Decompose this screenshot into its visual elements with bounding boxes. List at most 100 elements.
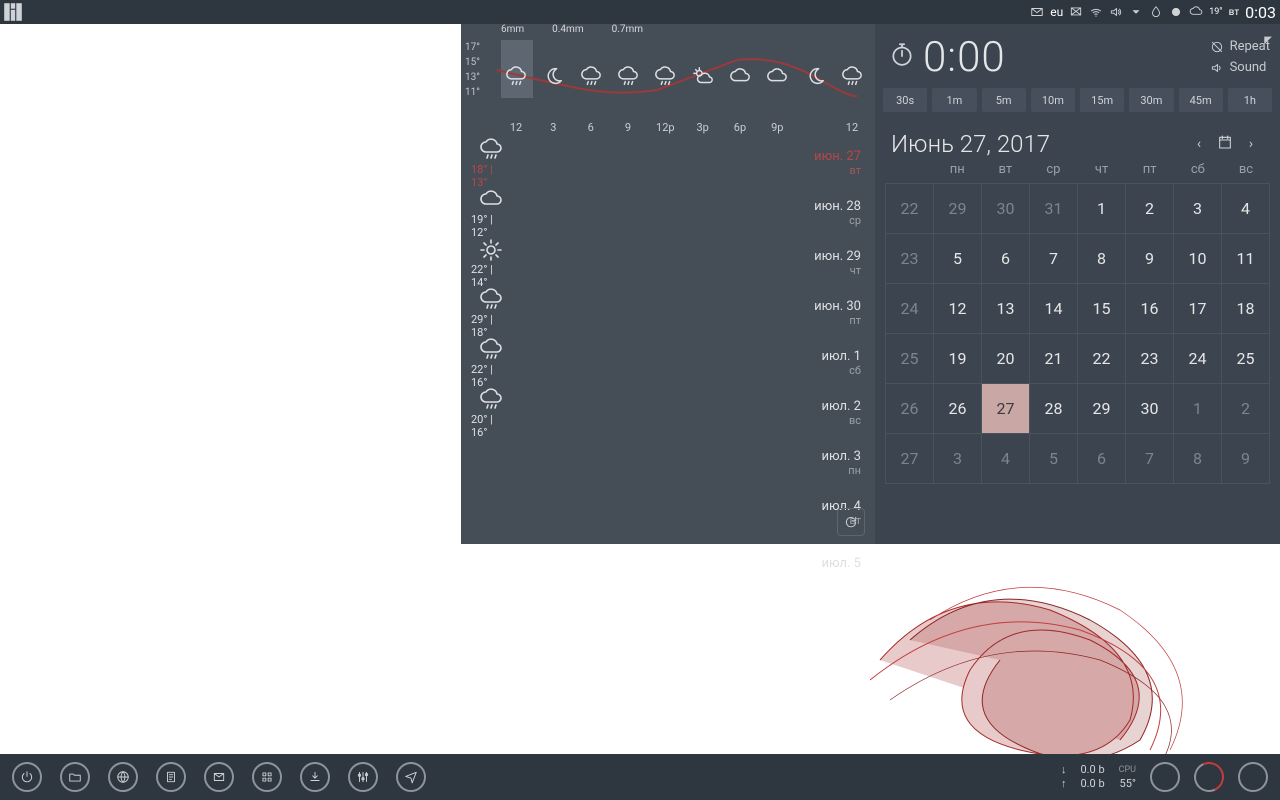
hour-forecast[interactable] xyxy=(723,66,757,88)
calendar-day[interactable]: 19 xyxy=(934,334,982,384)
calendar-day[interactable]: 1 xyxy=(1078,184,1126,234)
calendar-day[interactable]: 1 xyxy=(1174,384,1222,434)
calendar-day[interactable]: 20 xyxy=(982,334,1030,384)
droplet-icon[interactable] xyxy=(1149,5,1163,19)
gauge-3[interactable] xyxy=(1238,762,1268,792)
calendar-day[interactable]: 4 xyxy=(982,434,1030,484)
mail-icon[interactable] xyxy=(1030,5,1044,19)
hour-forecast[interactable] xyxy=(536,66,570,88)
calendar-day[interactable]: 29 xyxy=(1078,384,1126,434)
daily-row[interactable]: июл. 5 xyxy=(461,538,875,588)
hour-forecast[interactable] xyxy=(835,66,869,88)
calendar-day[interactable]: 22 xyxy=(1078,334,1126,384)
settings-button[interactable] xyxy=(348,762,378,792)
calendar-day[interactable]: 17 xyxy=(1174,284,1222,334)
hour-forecast[interactable] xyxy=(798,66,832,88)
calendar-day[interactable]: 2 xyxy=(1126,184,1174,234)
calendar-day[interactable]: 26 xyxy=(934,384,982,434)
calendar-today-icon[interactable] xyxy=(1212,134,1238,154)
daily-row[interactable]: 20° | 16°июл. 2вс xyxy=(461,388,875,438)
calendar-prev-button[interactable]: ‹ xyxy=(1186,136,1212,152)
hour-forecast[interactable] xyxy=(574,66,608,88)
tray-clock[interactable]: 0:03 xyxy=(1245,3,1276,22)
weather-tray-icon[interactable] xyxy=(1189,5,1203,19)
timer-btn-1m[interactable]: 1m xyxy=(932,88,976,112)
calendar-day[interactable]: 11 xyxy=(1222,234,1270,284)
calendar-day[interactable]: 5 xyxy=(1030,434,1078,484)
calendar-day[interactable]: 27 xyxy=(982,384,1030,434)
calendar-day[interactable]: 7 xyxy=(1030,234,1078,284)
calendar-day[interactable]: 24 xyxy=(1174,334,1222,384)
power-button[interactable] xyxy=(12,762,42,792)
browser-button[interactable] xyxy=(108,762,138,792)
calendar-day[interactable]: 30 xyxy=(1126,384,1174,434)
calendar-day[interactable]: 5 xyxy=(934,234,982,284)
calendar-day[interactable]: 2 xyxy=(1222,384,1270,434)
calendar-day[interactable]: 31 xyxy=(1030,184,1078,234)
timer-btn-10m[interactable]: 10m xyxy=(1031,88,1075,112)
calendar-day[interactable]: 6 xyxy=(982,234,1030,284)
wifi-icon[interactable] xyxy=(1089,5,1103,19)
calendar-day[interactable]: 9 xyxy=(1222,434,1270,484)
calendar-day[interactable]: 8 xyxy=(1174,434,1222,484)
timer-btn-30s[interactable]: 30s xyxy=(883,88,927,112)
daily-row[interactable]: июл. 3пн xyxy=(461,438,875,488)
daily-row[interactable]: 22° | 14°июн. 29чт xyxy=(461,238,875,288)
stopwatch-icon[interactable] xyxy=(889,41,915,73)
timer-btn-30m[interactable]: 30m xyxy=(1129,88,1173,112)
pin-icon[interactable]: ◤ xyxy=(1264,35,1272,46)
location-button[interactable] xyxy=(396,762,426,792)
hour-forecast[interactable] xyxy=(760,66,794,88)
apps-button[interactable] xyxy=(252,762,282,792)
calendar-day[interactable]: 9 xyxy=(1126,234,1174,284)
calendar-day[interactable]: 4 xyxy=(1222,184,1270,234)
notes-button[interactable] xyxy=(156,762,186,792)
dropdown-icon[interactable] xyxy=(1129,5,1143,19)
indicator-icon[interactable] xyxy=(1169,5,1183,19)
timer-btn-45m[interactable]: 45m xyxy=(1179,88,1223,112)
daily-row[interactable]: 18° | 13°июн. 27вт xyxy=(461,138,875,188)
calendar-day[interactable]: 10 xyxy=(1174,234,1222,284)
hour-forecast[interactable] xyxy=(648,66,682,88)
calendar-day[interactable]: 15 xyxy=(1078,284,1126,334)
manjaro-logo-icon[interactable] xyxy=(2,1,24,23)
timer-btn-15m[interactable]: 15m xyxy=(1080,88,1124,112)
daily-row[interactable]: 22° | 16°июл. 1сб xyxy=(461,338,875,388)
calendar-day[interactable]: 3 xyxy=(934,434,982,484)
timer-btn-1h[interactable]: 1h xyxy=(1228,88,1272,112)
display-icon[interactable] xyxy=(1069,5,1083,19)
gauge-2[interactable] xyxy=(1190,758,1228,796)
calendar-day[interactable]: 13 xyxy=(982,284,1030,334)
calendar-day[interactable]: 12 xyxy=(934,284,982,334)
calendar-day[interactable]: 18 xyxy=(1222,284,1270,334)
hour-forecast[interactable] xyxy=(499,66,533,88)
keyboard-layout[interactable]: eu xyxy=(1050,5,1063,19)
calendar-day[interactable]: 14 xyxy=(1030,284,1078,334)
calendar-day[interactable]: 25 xyxy=(1222,334,1270,384)
calendar-day[interactable]: 21 xyxy=(1030,334,1078,384)
hour-forecast[interactable] xyxy=(686,66,720,88)
calendar-next-button[interactable]: › xyxy=(1238,136,1264,152)
hour-forecast[interactable] xyxy=(611,66,645,88)
calendar-day[interactable]: 6 xyxy=(1078,434,1126,484)
calendar-day[interactable]: 8 xyxy=(1078,234,1126,284)
calendar-day[interactable]: 7 xyxy=(1126,434,1174,484)
refresh-button[interactable] xyxy=(837,508,865,536)
daily-row[interactable]: 29° | 18°июн. 30пт xyxy=(461,288,875,338)
calendar-day[interactable]: 23 xyxy=(1126,334,1174,384)
files-button[interactable] xyxy=(60,762,90,792)
sound-toggle[interactable]: Sound xyxy=(1210,60,1270,75)
daily-row[interactable]: 19° | 12°июн. 28ср xyxy=(461,188,875,238)
timer-btn-5m[interactable]: 5m xyxy=(982,88,1026,112)
repeat-toggle[interactable]: Repeat xyxy=(1210,39,1270,54)
mail-button[interactable] xyxy=(204,762,234,792)
calendar-day[interactable]: 28 xyxy=(1030,384,1078,434)
gauge-1[interactable] xyxy=(1150,762,1180,792)
download-button[interactable] xyxy=(300,762,330,792)
calendar-day[interactable]: 30 xyxy=(982,184,1030,234)
calendar-day[interactable]: 3 xyxy=(1174,184,1222,234)
calendar-day[interactable]: 29 xyxy=(934,184,982,234)
daily-row[interactable]: июл. 4вт xyxy=(461,488,875,538)
calendar-day[interactable]: 16 xyxy=(1126,284,1174,334)
volume-icon[interactable] xyxy=(1109,5,1123,19)
